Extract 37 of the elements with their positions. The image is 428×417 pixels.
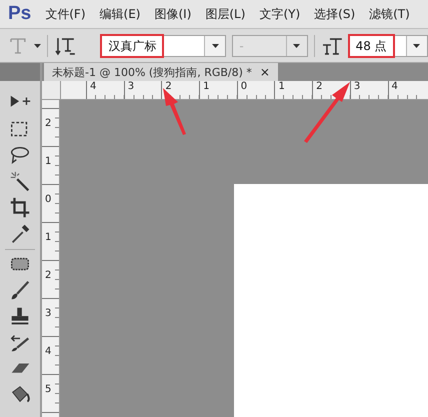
ruler-label: 2	[45, 270, 52, 281]
caret-icon	[413, 44, 420, 48]
caret-icon	[293, 44, 300, 48]
caret-icon	[212, 44, 219, 48]
annotation-arrow	[163, 88, 186, 135]
crop-icon[interactable]	[8, 196, 32, 220]
document-tab[interactable]: 未标题-1 @ 100% (搜狗指南, RGB/8) * ×	[44, 63, 278, 81]
ruler-label: 1	[45, 156, 52, 167]
ruler-label: 2	[45, 118, 52, 129]
close-icon[interactable]: ×	[260, 65, 270, 79]
menu-item[interactable]: 选择(S)	[314, 6, 356, 22]
ruler-label: 4	[45, 346, 52, 357]
ruler-label: 3	[45, 308, 52, 319]
ruler-label: 2	[316, 81, 322, 92]
ruler-label: 3	[354, 81, 360, 92]
caret-icon	[34, 44, 41, 48]
ruler-label: 5	[45, 384, 52, 395]
ruler-label: 4	[392, 81, 398, 92]
ruler-label: 0	[45, 194, 52, 205]
menu-item[interactable]: 文件(F)	[45, 6, 86, 22]
app-logo: Ps	[8, 3, 32, 25]
panel-header	[0, 63, 40, 81]
ruler-label: 0	[240, 81, 248, 92]
menu-item[interactable]: 图像(I)	[154, 6, 192, 22]
ruler-label: 3	[128, 81, 134, 92]
ruler-label: 4	[90, 81, 96, 92]
menu-item[interactable]: 图层(L)	[205, 6, 246, 22]
menu-item[interactable]: 编辑(E)	[100, 6, 140, 22]
ruler-label: 1	[45, 232, 52, 243]
menu-item[interactable]: 文字(Y)	[259, 6, 300, 22]
font-size-icon	[320, 36, 343, 56]
ruler-label: 1	[203, 81, 210, 92]
menu-item[interactable]: 滤镜(T)	[369, 6, 410, 22]
ruler-label: 2	[165, 81, 172, 92]
ruler-label: 1	[278, 81, 285, 92]
annotation-arrow	[304, 82, 350, 143]
magic-wand-icon[interactable]	[8, 170, 32, 194]
